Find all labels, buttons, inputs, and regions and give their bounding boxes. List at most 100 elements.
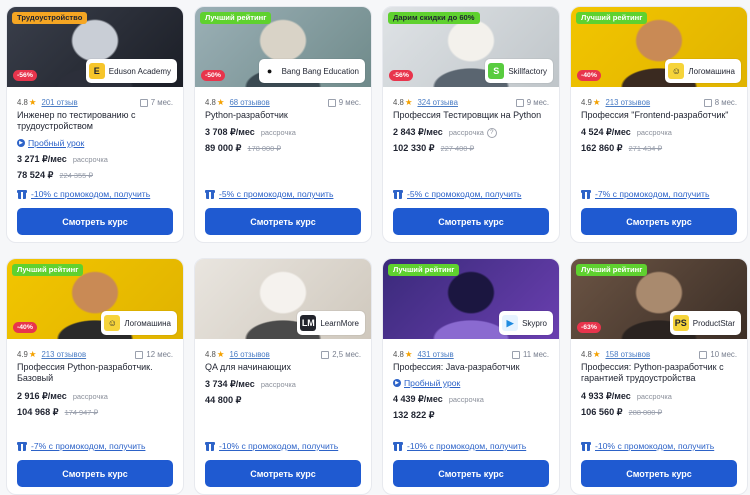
school-badge[interactable]: LM LearnMore: [297, 311, 365, 335]
course-image[interactable]: Лучший рейтинг -50% ● Bang Bang Education: [195, 7, 371, 87]
course-title[interactable]: Python-разработчик: [205, 110, 363, 121]
course-image[interactable]: Лучший рейтинг -40% ☺ Логомашина: [571, 7, 747, 87]
calendar-icon: [321, 350, 330, 359]
course-image[interactable]: LM LearnMore: [195, 259, 371, 339]
total-price: 78 524 ₽: [17, 170, 54, 180]
trial-lesson-link[interactable]: ▶ Пробный урок: [393, 378, 460, 388]
gift-icon: [581, 189, 591, 199]
view-course-button[interactable]: Смотреть курс: [581, 460, 737, 487]
old-price: 288 000 ₽: [628, 408, 663, 417]
school-badge[interactable]: E Eduson Academy: [85, 59, 177, 83]
star-icon: ★: [28, 97, 37, 107]
course-card[interactable]: Трудоустройство -56% E Eduson Academy 4.8 ★ 20…: [6, 6, 184, 243]
discount-badge: -40%: [13, 322, 37, 333]
calendar-icon: [703, 98, 712, 107]
course-card[interactable]: Лучший рейтинг -63% PS ProductStar 4.8 ★ 158 о…: [570, 258, 748, 495]
course-image[interactable]: Лучший рейтинг -40% ☺ Логомашина: [7, 259, 183, 339]
school-logo-icon: ☺: [104, 315, 121, 331]
calendar-icon: [511, 350, 520, 359]
total-price: 132 822 ₽: [393, 410, 435, 420]
view-course-button[interactable]: Смотреть курс: [205, 460, 361, 487]
view-course-button[interactable]: Смотреть курс: [17, 460, 173, 487]
course-card[interactable]: Лучший рейтинг -50% ● Bang Bang Education 4.…: [194, 6, 372, 243]
promo-link[interactable]: -10% с промокодом, получить: [581, 441, 714, 451]
promo-link[interactable]: -10% с промокодом, получить: [17, 189, 150, 199]
reviews-link[interactable]: 324 отзыва: [417, 98, 457, 107]
course-meta: 4.9 ★ 213 отзывов 8 мес.: [581, 97, 737, 108]
question-icon[interactable]: ?: [486, 127, 497, 138]
star-icon: ★: [592, 349, 601, 359]
total-price-row: 132 822 ₽: [393, 410, 435, 421]
school-badge[interactable]: ☺ Логомашина: [665, 59, 741, 83]
promo-link[interactable]: -10% с промокодом, получить: [205, 441, 338, 451]
monthly-price: 2 916 ₽/мес: [17, 391, 67, 401]
view-course-button[interactable]: Смотреть курс: [581, 208, 737, 235]
trial-lesson-label: Пробный урок: [404, 378, 461, 388]
reviews-link[interactable]: 16 отзывов: [229, 350, 269, 359]
total-price: 89 000 ₽: [205, 143, 242, 153]
duration: 8 мес.: [714, 98, 737, 107]
discount-badge: -56%: [389, 70, 413, 81]
installment-label: рассрочка: [448, 128, 484, 137]
gift-icon: [581, 441, 591, 451]
view-course-button[interactable]: Смотреть курс: [205, 208, 361, 235]
course-title[interactable]: QA для начинающих: [205, 362, 363, 373]
gift-icon: [393, 189, 403, 199]
school-badge[interactable]: PS ProductStar: [669, 311, 741, 335]
school-badge[interactable]: ☺ Логомашина: [101, 311, 177, 335]
promo-link[interactable]: -5% с промокодом, получить: [393, 189, 521, 199]
school-logo-icon: S: [488, 63, 505, 79]
course-image[interactable]: Дарим скидки до 60% -56% S Skillfactory: [383, 7, 559, 87]
view-course-button[interactable]: Смотреть курс: [17, 208, 173, 235]
play-icon: ▶: [17, 139, 25, 147]
course-meta: 4.8 ★ 324 отзыва 9 мес.: [393, 97, 549, 108]
course-title[interactable]: Инженер по тестированию с трудоустройств…: [17, 110, 175, 132]
total-price: 162 860 ₽: [581, 143, 623, 153]
school-badge[interactable]: ▶ Skypro: [499, 311, 553, 335]
reviews-link[interactable]: 158 отзывов: [605, 350, 650, 359]
old-price: 271 434 ₽: [628, 144, 663, 153]
course-card[interactable]: Лучший рейтинг -40% ☺ Логомашина 4.9 ★ 213 отз…: [570, 6, 748, 243]
promo-link[interactable]: -7% с промокодом, получить: [17, 441, 145, 451]
course-card[interactable]: Дарим скидки до 60% -56% S Skillfactory 4.8 ★…: [382, 6, 560, 243]
reviews-link[interactable]: 68 отзывов: [229, 98, 269, 107]
promo-link[interactable]: -5% с промокодом, получить: [205, 189, 333, 199]
reviews-link[interactable]: 431 отзыв: [417, 350, 453, 359]
course-image[interactable]: Лучший рейтинг -63% PS ProductStar: [571, 259, 747, 339]
view-course-button[interactable]: Смотреть курс: [393, 460, 549, 487]
duration: 12 мес.: [146, 350, 173, 359]
reviews-link[interactable]: 201 отзыв: [41, 98, 77, 107]
promo-link[interactable]: -10% с промокодом, получить: [393, 441, 526, 451]
reviews-link[interactable]: 213 отзывов: [41, 350, 86, 359]
course-card[interactable]: Лучший рейтинг ▶ Skypro 4.8 ★ 431 отзыв 11 мес…: [382, 258, 560, 495]
installment-label: рассрочка: [260, 380, 296, 389]
rating-value: 4.8: [581, 350, 592, 359]
school-name: Логомашина: [124, 318, 171, 328]
duration: 10 мес.: [710, 350, 737, 359]
course-title[interactable]: Профессия: Java-разработчик: [393, 362, 551, 373]
monthly-price: 4 524 ₽/мес: [581, 127, 631, 137]
course-title[interactable]: Профессия Python-разработчик. Базовый: [17, 362, 175, 384]
total-price-row: 106 560 ₽ 288 000 ₽: [581, 407, 662, 418]
course-image[interactable]: Лучший рейтинг ▶ Skypro: [383, 259, 559, 339]
monthly-price: 3 734 ₽/мес: [205, 379, 255, 389]
promo-link[interactable]: -7% с промокодом, получить: [581, 189, 709, 199]
course-image[interactable]: Трудоустройство -56% E Eduson Academy: [7, 7, 183, 87]
promo-label: -10% с промокодом, получить: [219, 441, 339, 451]
reviews-link[interactable]: 213 отзывов: [605, 98, 650, 107]
course-title[interactable]: Профессия "Frontend-разработчик": [581, 110, 739, 121]
course-card[interactable]: Лучший рейтинг -40% ☺ Логомашина 4.9 ★ 213 отз…: [6, 258, 184, 495]
course-card[interactable]: LM LearnMore 4.8 ★ 16 отзывов 2,5 мес. QA для …: [194, 258, 372, 495]
monthly-price-row: 3 708 ₽/мес рассрочка: [205, 127, 296, 138]
course-title[interactable]: Профессия Тестировщик на Python: [393, 110, 551, 121]
school-badge[interactable]: S Skillfactory: [485, 59, 553, 83]
monthly-price-row: 2 916 ₽/мес рассрочка: [17, 391, 108, 402]
course-title[interactable]: Профессия: Python-разработчик с гарантие…: [581, 362, 739, 384]
total-price-row: 102 330 ₽ 227 400 ₽: [393, 143, 474, 154]
course-meta: 4.9 ★ 213 отзывов 12 мес.: [17, 349, 173, 360]
view-course-button[interactable]: Смотреть курс: [393, 208, 549, 235]
trial-lesson-link[interactable]: ▶ Пробный урок: [17, 138, 84, 148]
rating-value: 4.8: [205, 98, 216, 107]
school-badge[interactable]: ● Bang Bang Education: [258, 59, 365, 83]
old-price: 227 400 ₽: [440, 144, 475, 153]
